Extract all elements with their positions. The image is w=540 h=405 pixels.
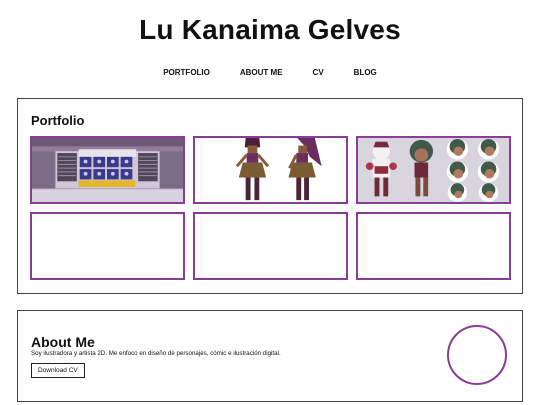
about-description: Soy ilustradora y artista 2D. Me enfoco … [31, 350, 281, 357]
portfolio-heading: Portfolio [31, 113, 85, 128]
character-turnaround-image [195, 138, 346, 202]
nav-item-blog[interactable]: BLOG [354, 68, 377, 77]
portfolio-thumbnail-empty[interactable] [193, 212, 348, 280]
character-expression-sheet-image [358, 138, 509, 202]
nav-item-cv[interactable]: CV [313, 68, 324, 77]
portfolio-section: Portfolio [17, 98, 523, 294]
about-section: About Me Soy ilustradora y artista 2D. M… [17, 310, 523, 402]
portfolio-thumbnail-expression-sheet[interactable] [356, 136, 511, 204]
nav-item-portfolio[interactable]: PORTFOLIO [163, 68, 210, 77]
main-nav: PORTFOLIO ABOUT ME CV BLOG [0, 68, 540, 77]
download-cv-button[interactable]: Download CV [31, 363, 85, 378]
site-title: Lu Kanaima Gelves [139, 14, 401, 45]
portfolio-thumbnail-empty[interactable] [30, 212, 185, 280]
portfolio-thumbnail-character-turnaround[interactable] [193, 136, 348, 204]
avatar [447, 325, 507, 385]
about-heading: About Me [31, 334, 95, 350]
environment-scene-image [32, 138, 183, 202]
portfolio-thumbnail-empty[interactable] [356, 212, 511, 280]
portfolio-thumbnail-environment[interactable] [30, 136, 185, 204]
nav-item-about-me[interactable]: ABOUT ME [240, 68, 283, 77]
